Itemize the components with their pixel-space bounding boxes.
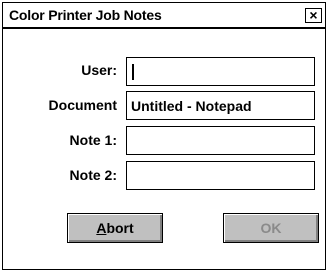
document-input[interactable] [127, 92, 314, 119]
ok-label: OK [260, 220, 282, 236]
document-field[interactable] [126, 91, 315, 120]
abort-button[interactable]: Abort [67, 213, 163, 243]
user-field[interactable] [126, 57, 315, 86]
dialog-window: Color Printer Job Notes × User: Document… [2, 2, 326, 270]
user-label: User: [81, 62, 117, 78]
note2-label: Note 2: [69, 167, 117, 183]
note1-input[interactable] [127, 127, 314, 154]
user-input[interactable] [127, 58, 314, 85]
note1-label: Note 1: [69, 132, 117, 148]
text-caret [132, 64, 134, 80]
abort-mnemonic: A [96, 220, 107, 236]
window-title: Color Printer Job Notes [9, 7, 162, 23]
note2-input[interactable] [127, 162, 314, 189]
note1-field[interactable] [126, 126, 315, 155]
note2-field[interactable] [126, 161, 315, 190]
title-bar[interactable]: Color Printer Job Notes × [3, 3, 325, 29]
close-icon[interactable]: × [305, 8, 322, 23]
document-label: Document [48, 97, 117, 113]
abort-label-rest: bort [106, 220, 134, 236]
ok-button[interactable]: OK [223, 213, 319, 243]
